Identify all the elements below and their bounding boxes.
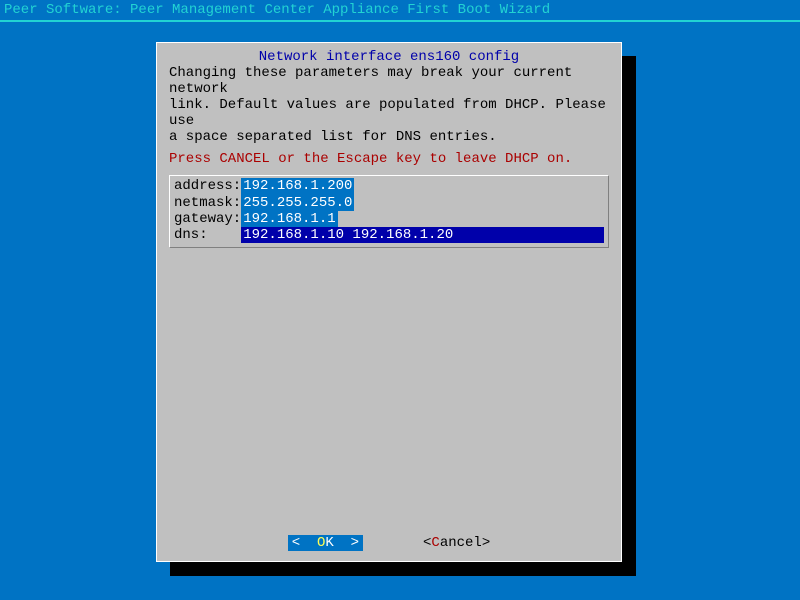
ok-rest: K > — [325, 535, 359, 551]
field-row-address: address: 192.168.1.200 — [174, 178, 604, 194]
gateway-input[interactable]: 192.168.1.1 — [241, 211, 337, 227]
dialog-title: Network interface ens160 config — [169, 49, 609, 65]
address-label: address: — [174, 178, 241, 194]
network-config-dialog: Network interface ens160 config Changing… — [156, 42, 622, 562]
app-title: Peer Software: Peer Management Center Ap… — [0, 0, 800, 22]
dns-value: 192.168.1.10 192.168.1.20 — [241, 227, 455, 243]
dns-input[interactable]: 192.168.1.10 192.168.1.20 — [241, 227, 604, 243]
ok-left: < — [292, 535, 317, 551]
address-input[interactable]: 192.168.1.200 — [241, 178, 354, 194]
netmask-label: netmask: — [174, 195, 241, 211]
field-row-dns: dns: 192.168.1.10 192.168.1.20 — [174, 227, 604, 243]
dialog-warning: Press CANCEL or the Escape key to leave … — [169, 151, 609, 167]
field-row-netmask: netmask: 255.255.255.0 — [174, 195, 604, 211]
dialog-spacer — [169, 248, 609, 531]
dialog-body-text: Changing these parameters may break your… — [169, 65, 609, 145]
ok-button[interactable]: < OK > — [288, 535, 363, 551]
netmask-input[interactable]: 255.255.255.0 — [241, 195, 354, 211]
fields-panel: address: 192.168.1.200 netmask: 255.255.… — [169, 175, 609, 247]
cancel-rest: ancel> — [440, 535, 490, 551]
button-bar: < OK > <Cancel> — [169, 531, 609, 553]
field-row-gateway: gateway: 192.168.1.1 — [174, 211, 604, 227]
cancel-hotkey: C — [431, 535, 439, 551]
gateway-label: gateway: — [174, 211, 241, 227]
cancel-button[interactable]: <Cancel> — [423, 535, 490, 551]
dns-label: dns: — [174, 227, 241, 243]
